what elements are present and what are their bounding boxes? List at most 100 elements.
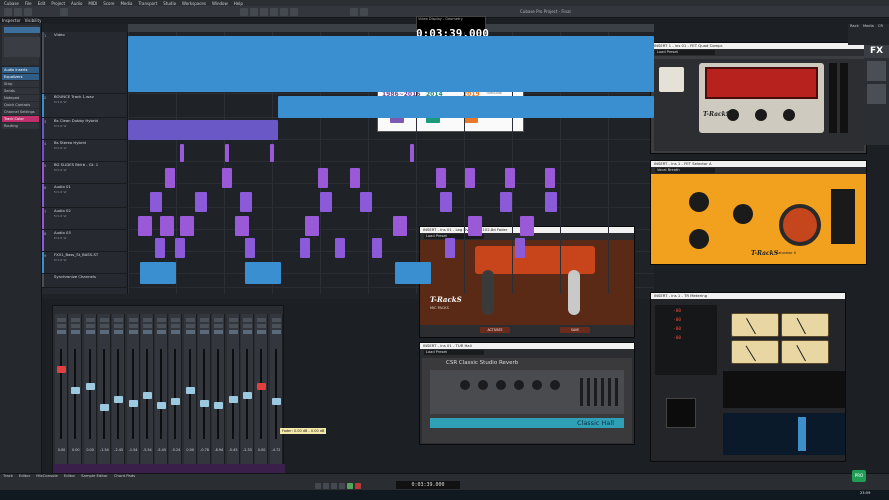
pan-control[interactable]	[57, 330, 66, 334]
audio-event[interactable]	[180, 144, 184, 162]
midi-event[interactable]	[128, 120, 278, 140]
pan-control[interactable]	[185, 330, 195, 334]
plugin-window-metering[interactable]: INSERT - ins 1 - TR Metering -00 -00 -00 -0…	[650, 292, 846, 462]
audio-event[interactable]	[245, 238, 255, 258]
inspector-section[interactable]: Routing	[2, 123, 39, 129]
power-switch[interactable]	[659, 67, 684, 92]
track-controls[interactable]: M S R W	[54, 100, 128, 104]
track-header[interactable]: 1 Video	[42, 32, 128, 94]
audio-event[interactable]	[360, 192, 372, 212]
mute-button[interactable]	[185, 318, 195, 322]
activate-project-button[interactable]	[4, 8, 12, 16]
object-select-tool[interactable]	[240, 8, 248, 16]
plugin-window-saturator[interactable]: INSERT - ins 1 - FET Selector A Vocal Br…	[650, 160, 867, 265]
mute-button[interactable]	[85, 318, 95, 322]
track-header[interactable]: 8 Audio 03 M S R W	[42, 230, 128, 252]
mute-button[interactable]	[200, 318, 209, 322]
volume-fader[interactable]	[271, 398, 281, 406]
redo-button[interactable]	[24, 8, 32, 16]
tab-rack[interactable]: Rack	[850, 24, 859, 29]
audio-event[interactable]	[500, 192, 512, 212]
audio-event[interactable]	[270, 144, 274, 162]
audio-event[interactable]	[436, 168, 446, 188]
audio-event[interactable]	[160, 216, 174, 236]
inspector-section[interactable]: Quick Controls	[2, 102, 39, 108]
reverb-knob[interactable]	[496, 380, 506, 390]
audio-event[interactable]	[240, 192, 252, 212]
menu-item[interactable]: Edit	[38, 1, 46, 6]
eq-slider[interactable]	[580, 378, 583, 406]
menu-item[interactable]: Studio	[163, 1, 176, 6]
mute-button[interactable]	[57, 318, 66, 322]
mute-button[interactable]	[214, 318, 224, 322]
track-header[interactable]: 3 Bs Clean Dubby Hybrid M S R W	[42, 118, 128, 140]
play-button[interactable]	[347, 483, 353, 489]
hall-display[interactable]: Classic Hall	[430, 418, 624, 428]
inspector-section[interactable]: Channel Settings	[2, 109, 39, 115]
menu-item[interactable]: Transport	[139, 1, 158, 6]
audio-event[interactable]	[140, 262, 176, 284]
volume-fader[interactable]	[128, 400, 138, 407]
release-knob[interactable]	[755, 109, 767, 121]
forward-button[interactable]	[323, 483, 329, 489]
video-audio-event[interactable]	[128, 36, 654, 92]
track-header[interactable]: 9 FX01_Bass_St_BASS-ST M S R W	[42, 252, 128, 274]
mute-button[interactable]	[257, 318, 267, 322]
zoom-tool[interactable]	[290, 8, 298, 16]
solo-button[interactable]	[57, 324, 66, 328]
audio-event[interactable]	[410, 144, 414, 162]
volume-fader[interactable]	[99, 404, 109, 412]
solo-button[interactable]	[171, 324, 181, 328]
menu-item[interactable]: Cubase	[4, 1, 19, 6]
audio-event[interactable]	[445, 238, 455, 258]
lower-zone-tab[interactable]: Editor	[61, 473, 78, 478]
volume-fader[interactable]	[257, 383, 267, 390]
preset-selector[interactable]: Vocal Breath	[655, 168, 715, 173]
mute-button[interactable]	[157, 318, 167, 322]
fx-slot[interactable]	[867, 61, 886, 81]
eq-slider[interactable]	[594, 378, 597, 406]
mute-button[interactable]	[114, 318, 124, 322]
record-button[interactable]	[355, 483, 361, 489]
audio-event[interactable]	[515, 238, 525, 258]
audio-event[interactable]	[468, 216, 482, 236]
lower-zone-tab[interactable]: Track	[0, 473, 16, 478]
audio-event[interactable]	[195, 192, 207, 212]
preset-selector[interactable]: Load Preset	[655, 50, 715, 55]
solo-button[interactable]	[71, 324, 81, 328]
tab-media[interactable]: Media	[863, 24, 874, 29]
solo-button[interactable]	[185, 324, 195, 328]
eq-slider[interactable]	[587, 378, 590, 406]
volume-fader[interactable]	[71, 387, 81, 395]
audio-event[interactable]	[150, 192, 162, 212]
lower-zone-tab[interactable]: MixConsole	[33, 473, 61, 478]
pan-control[interactable]	[85, 330, 95, 334]
menu-item[interactable]: Workspaces	[182, 1, 206, 6]
inspector-section[interactable]: Sends	[2, 88, 39, 94]
eq-slider[interactable]	[615, 378, 618, 406]
inspector-section[interactable]: Strip	[2, 81, 39, 87]
audio-event[interactable]	[300, 238, 310, 258]
automation-button[interactable]	[60, 8, 68, 16]
solo-button[interactable]	[99, 324, 109, 328]
menu-item[interactable]: File	[25, 1, 32, 6]
audio-event[interactable]	[545, 168, 555, 188]
mute-button[interactable]	[228, 318, 238, 322]
audio-event[interactable]	[320, 192, 332, 212]
range-tool[interactable]	[250, 8, 258, 16]
inspector-section[interactable]: Equalizers	[2, 74, 39, 80]
volume-fader[interactable]	[85, 383, 95, 390]
eq-slider[interactable]	[601, 378, 604, 406]
pan-control[interactable]	[200, 330, 209, 334]
pan-control[interactable]	[114, 330, 124, 334]
audio-event[interactable]	[245, 262, 281, 284]
track-header[interactable]: 2 BOUNCE Track 1.wav M S R W	[42, 94, 128, 118]
pan-control[interactable]	[214, 330, 224, 334]
eq-slider[interactable]	[608, 378, 611, 406]
tab-control-room[interactable]: CR	[878, 24, 883, 29]
volume-fader[interactable]	[157, 401, 167, 409]
track-controls[interactable]: M S R W	[54, 258, 128, 262]
activate-button[interactable]: ACTIVATE	[480, 327, 510, 333]
stop-button[interactable]	[339, 483, 345, 489]
tab-inspector[interactable]: Inspector	[0, 18, 21, 23]
